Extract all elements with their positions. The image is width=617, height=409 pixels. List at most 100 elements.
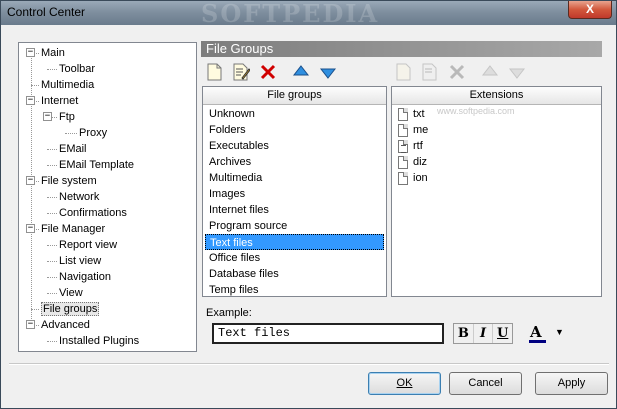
extension-up-button[interactable] (479, 61, 501, 83)
tree-item[interactable]: Ftp (59, 109, 75, 125)
close-button[interactable]: X (568, 1, 612, 19)
tree-connector (31, 85, 39, 86)
file-groups-column-header[interactable]: File groups (203, 87, 386, 105)
new-group-button[interactable] (203, 61, 225, 83)
tree-item[interactable]: Internet (41, 93, 78, 109)
tree-item-label: EMail (59, 143, 87, 155)
tree-connector (47, 293, 57, 294)
list-item[interactable]: Office files (205, 250, 384, 266)
tree-connector (65, 133, 77, 134)
tree-item-label: Installed Plugins (59, 335, 140, 347)
extension-down-button[interactable] (506, 61, 528, 83)
file-icon (398, 155, 408, 169)
chevron-down-icon[interactable]: ▼ (555, 327, 564, 337)
delete-icon (260, 64, 276, 80)
ok-button[interactable]: OK (368, 372, 441, 395)
tree-item[interactable]: Main (41, 45, 65, 61)
list-item[interactable]: me (398, 122, 428, 138)
tree-item[interactable]: EMail (59, 141, 87, 157)
underline-button[interactable]: U (493, 324, 512, 343)
tree-item[interactable]: Installed Plugins (59, 333, 139, 349)
tree-item[interactable]: EMail Template (59, 157, 134, 173)
tree-item[interactable]: Navigation (59, 269, 111, 285)
tree-connector (47, 165, 57, 166)
tree-item[interactable]: List view (59, 253, 101, 269)
list-item[interactable]: Multimedia (205, 170, 384, 186)
tree-connector (47, 277, 57, 278)
title-watermark: SOFTPEDIA (201, 0, 380, 28)
tree-item-label: Report view (59, 239, 118, 251)
new-extension-button[interactable] (392, 61, 414, 83)
font-color-swatch (529, 340, 546, 343)
collapse-toggle-icon[interactable]: − (26, 224, 35, 233)
collapse-toggle-icon[interactable]: − (26, 320, 35, 329)
list-item[interactable]: Folders (205, 122, 384, 138)
apply-button[interactable]: Apply (535, 372, 608, 395)
list-item[interactable]: Internet files (205, 202, 384, 218)
cancel-button[interactable]: Cancel (449, 372, 522, 395)
tree-item[interactable]: Multimedia (41, 77, 94, 93)
file-groups-list[interactable]: File groups Unknown Folders Executables Arc… (202, 86, 387, 297)
list-item[interactable]: Database files (205, 266, 384, 282)
collapse-toggle-icon[interactable]: − (43, 112, 52, 121)
italic-button[interactable]: I (474, 324, 494, 343)
collapse-toggle-icon[interactable]: − (26, 48, 35, 57)
arrow-up-icon (481, 65, 499, 76)
tree-item-label: Network (59, 191, 100, 203)
tree-item-label: Main (41, 47, 65, 59)
list-item[interactable]: rtf (398, 138, 423, 154)
tree-item[interactable]: File Manager (41, 221, 105, 237)
extensions-list[interactable]: Extensions www.softpedia.com txt me rtf diz… (391, 86, 602, 297)
list-item[interactable]: Unknown (205, 106, 384, 122)
tree-item-label: Confirmations (59, 207, 127, 219)
list-item[interactable]: Images (205, 186, 384, 202)
edit-extension-button[interactable] (419, 61, 441, 83)
tree-item-label: File groups (41, 302, 100, 316)
tree-item-label: Ftp (59, 111, 75, 123)
bold-button[interactable]: B (454, 324, 474, 343)
extensions-column-header[interactable]: Extensions (392, 87, 601, 105)
new-file-icon (396, 63, 411, 81)
move-down-button[interactable] (317, 61, 339, 83)
list-item[interactable]: Program source (205, 218, 384, 234)
delete-extension-button[interactable] (446, 61, 468, 83)
tree-connector (47, 213, 57, 214)
tree-item[interactable]: View (59, 285, 83, 301)
list-item[interactable]: Executables (205, 138, 384, 154)
tree-connector (47, 245, 57, 246)
tree-connector (31, 309, 39, 310)
list-item[interactable]: txt (398, 106, 425, 122)
edit-group-button[interactable] (230, 61, 252, 83)
list-item[interactable]: ion (398, 170, 428, 186)
collapse-toggle-icon[interactable]: − (26, 96, 35, 105)
list-item[interactable]: Archives (205, 154, 384, 170)
tree-item-label: File system (41, 175, 97, 187)
list-item[interactable]: Temp files (205, 282, 384, 298)
tree-item[interactable]: Toolbar (59, 61, 95, 77)
settings-tree[interactable]: Main − Toolbar Multimedia Internet − Ftp − Proxy… (18, 42, 197, 352)
tree-item[interactable]: Confirmations (59, 205, 127, 221)
softpedia-watermark: www.softpedia.com (437, 106, 515, 116)
font-color-button[interactable]: A ▼ (527, 323, 569, 345)
move-up-button[interactable] (290, 61, 312, 83)
list-item[interactable]: Text files (205, 234, 384, 250)
tree-item[interactable]: Report view (59, 237, 117, 253)
title-bar[interactable]: Control Center SOFTPEDIA X (1, 0, 616, 28)
arrow-down-icon (319, 68, 337, 79)
file-icon (398, 171, 408, 185)
tree-item[interactable]: File system (41, 173, 97, 189)
collapse-toggle-icon[interactable]: − (26, 176, 35, 185)
tree-connector (47, 261, 57, 262)
tree-item-label: List view (59, 255, 102, 267)
arrow-up-icon (292, 65, 310, 76)
tree-item[interactable]: Proxy (79, 125, 107, 141)
delete-group-button[interactable] (257, 61, 279, 83)
list-item[interactable]: diz (398, 154, 427, 170)
dialog-divider (9, 363, 609, 365)
tree-item[interactable]: Advanced (41, 317, 90, 333)
tree-item-label: Toolbar (59, 63, 96, 75)
tree-item[interactable]: File groups (41, 301, 100, 317)
tree-item[interactable]: Network (59, 189, 99, 205)
file-icon (398, 107, 408, 121)
control-center-window: Control Center SOFTPEDIA X Main − Toolbar M… (0, 0, 617, 409)
